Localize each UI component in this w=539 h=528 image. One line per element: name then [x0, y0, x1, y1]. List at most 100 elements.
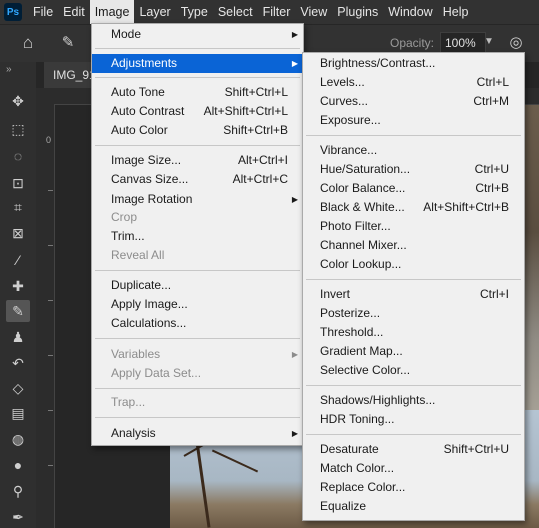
adj-photo-filter[interactable]: Photo Filter... — [303, 217, 524, 236]
move-tool-icon[interactable]: ✥ — [6, 90, 30, 112]
marquee-tool-icon[interactable]: ⬚ — [6, 118, 30, 140]
home-icon[interactable]: ⌂ — [18, 33, 38, 53]
image-menu-reveal-all: Reveal All — [111, 248, 165, 262]
menu-separator — [306, 135, 521, 136]
adj-gradient-map[interactable]: Gradient Map... — [303, 342, 524, 361]
image-menu-auto-tone[interactable]: Auto Tone Shift+Ctrl+L — [92, 83, 303, 102]
image-menu-auto-color[interactable]: Auto Color Shift+Ctrl+B — [92, 121, 303, 140]
menu-separator — [95, 77, 300, 78]
frame-tool-icon[interactable]: ⊠ — [6, 222, 30, 244]
image-menu-duplicate[interactable]: Duplicate... — [92, 276, 303, 295]
ruler-tick — [48, 465, 53, 466]
menu-separator — [95, 145, 300, 146]
adj-selective-color[interactable]: Selective Color... — [303, 361, 524, 380]
blur-tool-icon[interactable]: ◍ — [6, 428, 30, 450]
ruler-label: 0 — [46, 135, 52, 145]
adj-brightness-contrast[interactable]: Brightness/Contrast... — [303, 54, 524, 73]
ruler-tick — [48, 355, 53, 356]
adj-color-lookup[interactable]: Color Lookup... — [303, 255, 524, 274]
adj-replace-color[interactable]: Replace Color... — [303, 478, 524, 497]
ruler-tick — [48, 245, 53, 246]
crop-tool-icon[interactable]: ⌗ — [6, 196, 30, 218]
ruler-tick — [48, 190, 53, 191]
menu-type[interactable]: Type — [176, 0, 213, 24]
image-menu-adjustments[interactable]: Adjustments ▶ — [92, 54, 303, 73]
menu-image[interactable]: Image — [89, 0, 135, 24]
adj-desaturate[interactable]: Desaturate Shift+Ctrl+U — [303, 440, 524, 459]
zoom-tool-icon[interactable]: ⚲ — [6, 480, 30, 502]
chevron-down-icon[interactable]: ▼ — [482, 33, 496, 51]
gradient-tool-icon[interactable]: ▤ — [6, 402, 30, 424]
menu-layer[interactable]: Layer — [134, 0, 175, 24]
menu-view[interactable]: View — [295, 0, 332, 24]
adj-invert[interactable]: Invert Ctrl+I — [303, 285, 524, 304]
image-menu-trap: Trap... — [111, 395, 146, 409]
menu-plugins[interactable]: Plugins — [332, 0, 383, 24]
healing-brush-tool-icon[interactable]: ✚ — [6, 275, 30, 297]
image-menu-analysis[interactable]: Analysis ▶ — [92, 424, 303, 443]
image-menu: Mode ▶ Adjustments ▶ Auto Tone Shift+Ctr… — [91, 23, 304, 446]
adj-vibrance[interactable]: Vibrance... — [303, 141, 524, 160]
adj-match-color[interactable]: Match Color... — [303, 459, 524, 478]
adjustments-submenu: Brightness/Contrast... Levels... Ctrl+L … — [302, 52, 525, 521]
adj-black-white[interactable]: Black & White... Alt+Shift+Ctrl+B — [303, 198, 524, 217]
ruler-tick — [48, 410, 53, 411]
menu-separator — [95, 417, 300, 418]
adj-color-balance[interactable]: Color Balance... Ctrl+B — [303, 179, 524, 198]
menu-separator — [95, 48, 300, 49]
adj-equalize[interactable]: Equalize — [303, 497, 524, 516]
menu-separator — [95, 388, 300, 389]
image-menu-apply-image[interactable]: Apply Image... — [92, 295, 303, 314]
ruler-tick — [48, 300, 53, 301]
photoshop-logo: Ps — [4, 3, 22, 21]
image-menu-mode[interactable]: Mode ▶ — [92, 25, 303, 44]
adj-posterize[interactable]: Posterize... — [303, 304, 524, 323]
menu-select[interactable]: Select — [213, 0, 258, 24]
image-menu-canvas-size[interactable]: Canvas Size... Alt+Ctrl+C — [92, 170, 303, 189]
adj-shadows-highlights[interactable]: Shadows/Highlights... — [303, 391, 524, 410]
adj-exposure[interactable]: Exposure... — [303, 111, 524, 130]
pen-tool-icon[interactable]: ✒ — [6, 506, 30, 528]
adj-hue-saturation[interactable]: Hue/Saturation... Ctrl+U — [303, 160, 524, 179]
menu-file[interactable]: File — [28, 0, 58, 24]
menu-edit[interactable]: Edit — [58, 0, 90, 24]
eraser-tool-icon[interactable]: ◇ — [6, 377, 30, 399]
dodge-tool-icon[interactable]: ● — [6, 454, 30, 476]
image-menu-calculations[interactable]: Calculations... — [92, 314, 303, 333]
image-menu-apply-data-set: Apply Data Set... — [111, 366, 202, 380]
image-menu-image-rotation[interactable]: Image Rotation ▶ — [92, 190, 303, 209]
menu-bar: Ps File Edit Image Layer Type Select Fil… — [0, 0, 539, 24]
submenu-arrow-icon: ▶ — [291, 59, 298, 68]
tools-panel: » ✥ ⬚ ◌ ⊡ ⌗ ⊠ ⁄ ✚ ✎ ♟ ↶ ◇ ▤ ◍ ● ⚲ ✒ — [0, 62, 37, 528]
menu-separator — [306, 279, 521, 280]
adj-hdr-toning[interactable]: HDR Toning... — [303, 410, 524, 429]
airbrush-icon[interactable]: ◎ — [506, 33, 526, 53]
adj-threshold[interactable]: Threshold... — [303, 323, 524, 342]
collapse-icon[interactable]: » — [6, 64, 12, 75]
submenu-arrow-icon: ▶ — [291, 350, 298, 359]
menu-separator — [95, 270, 300, 271]
adj-levels[interactable]: Levels... Ctrl+L — [303, 73, 524, 92]
object-select-tool-icon[interactable]: ⊡ — [6, 172, 30, 194]
opacity-input[interactable]: 100% — [440, 32, 486, 54]
image-menu-crop: Crop — [111, 210, 138, 224]
tree-branch — [211, 449, 259, 473]
submenu-arrow-icon: ▶ — [291, 429, 298, 438]
adj-curves[interactable]: Curves... Ctrl+M — [303, 92, 524, 111]
menu-filter[interactable]: Filter — [258, 0, 296, 24]
image-menu-trim[interactable]: Trim... — [92, 227, 303, 246]
brush-tool-icon[interactable]: ✎ — [6, 300, 30, 322]
brush-preset-icon[interactable]: ✎ — [58, 33, 78, 53]
submenu-arrow-icon: ▶ — [291, 195, 298, 204]
stamp-tool-icon[interactable]: ♟ — [6, 326, 30, 348]
lasso-tool-icon[interactable]: ◌ — [6, 145, 30, 167]
menu-help[interactable]: Help — [438, 0, 474, 24]
image-menu-variables: Variables ▶ — [92, 345, 303, 364]
history-brush-tool-icon[interactable]: ↶ — [6, 352, 30, 374]
menu-window[interactable]: Window — [383, 0, 437, 24]
image-menu-image-size[interactable]: Image Size... Alt+Ctrl+I — [92, 151, 303, 170]
submenu-arrow-icon: ▶ — [291, 30, 298, 39]
adj-channel-mixer[interactable]: Channel Mixer... — [303, 236, 524, 255]
image-menu-auto-contrast[interactable]: Auto Contrast Alt+Shift+Ctrl+L — [92, 102, 303, 121]
eyedropper-tool-icon[interactable]: ⁄ — [6, 249, 30, 271]
